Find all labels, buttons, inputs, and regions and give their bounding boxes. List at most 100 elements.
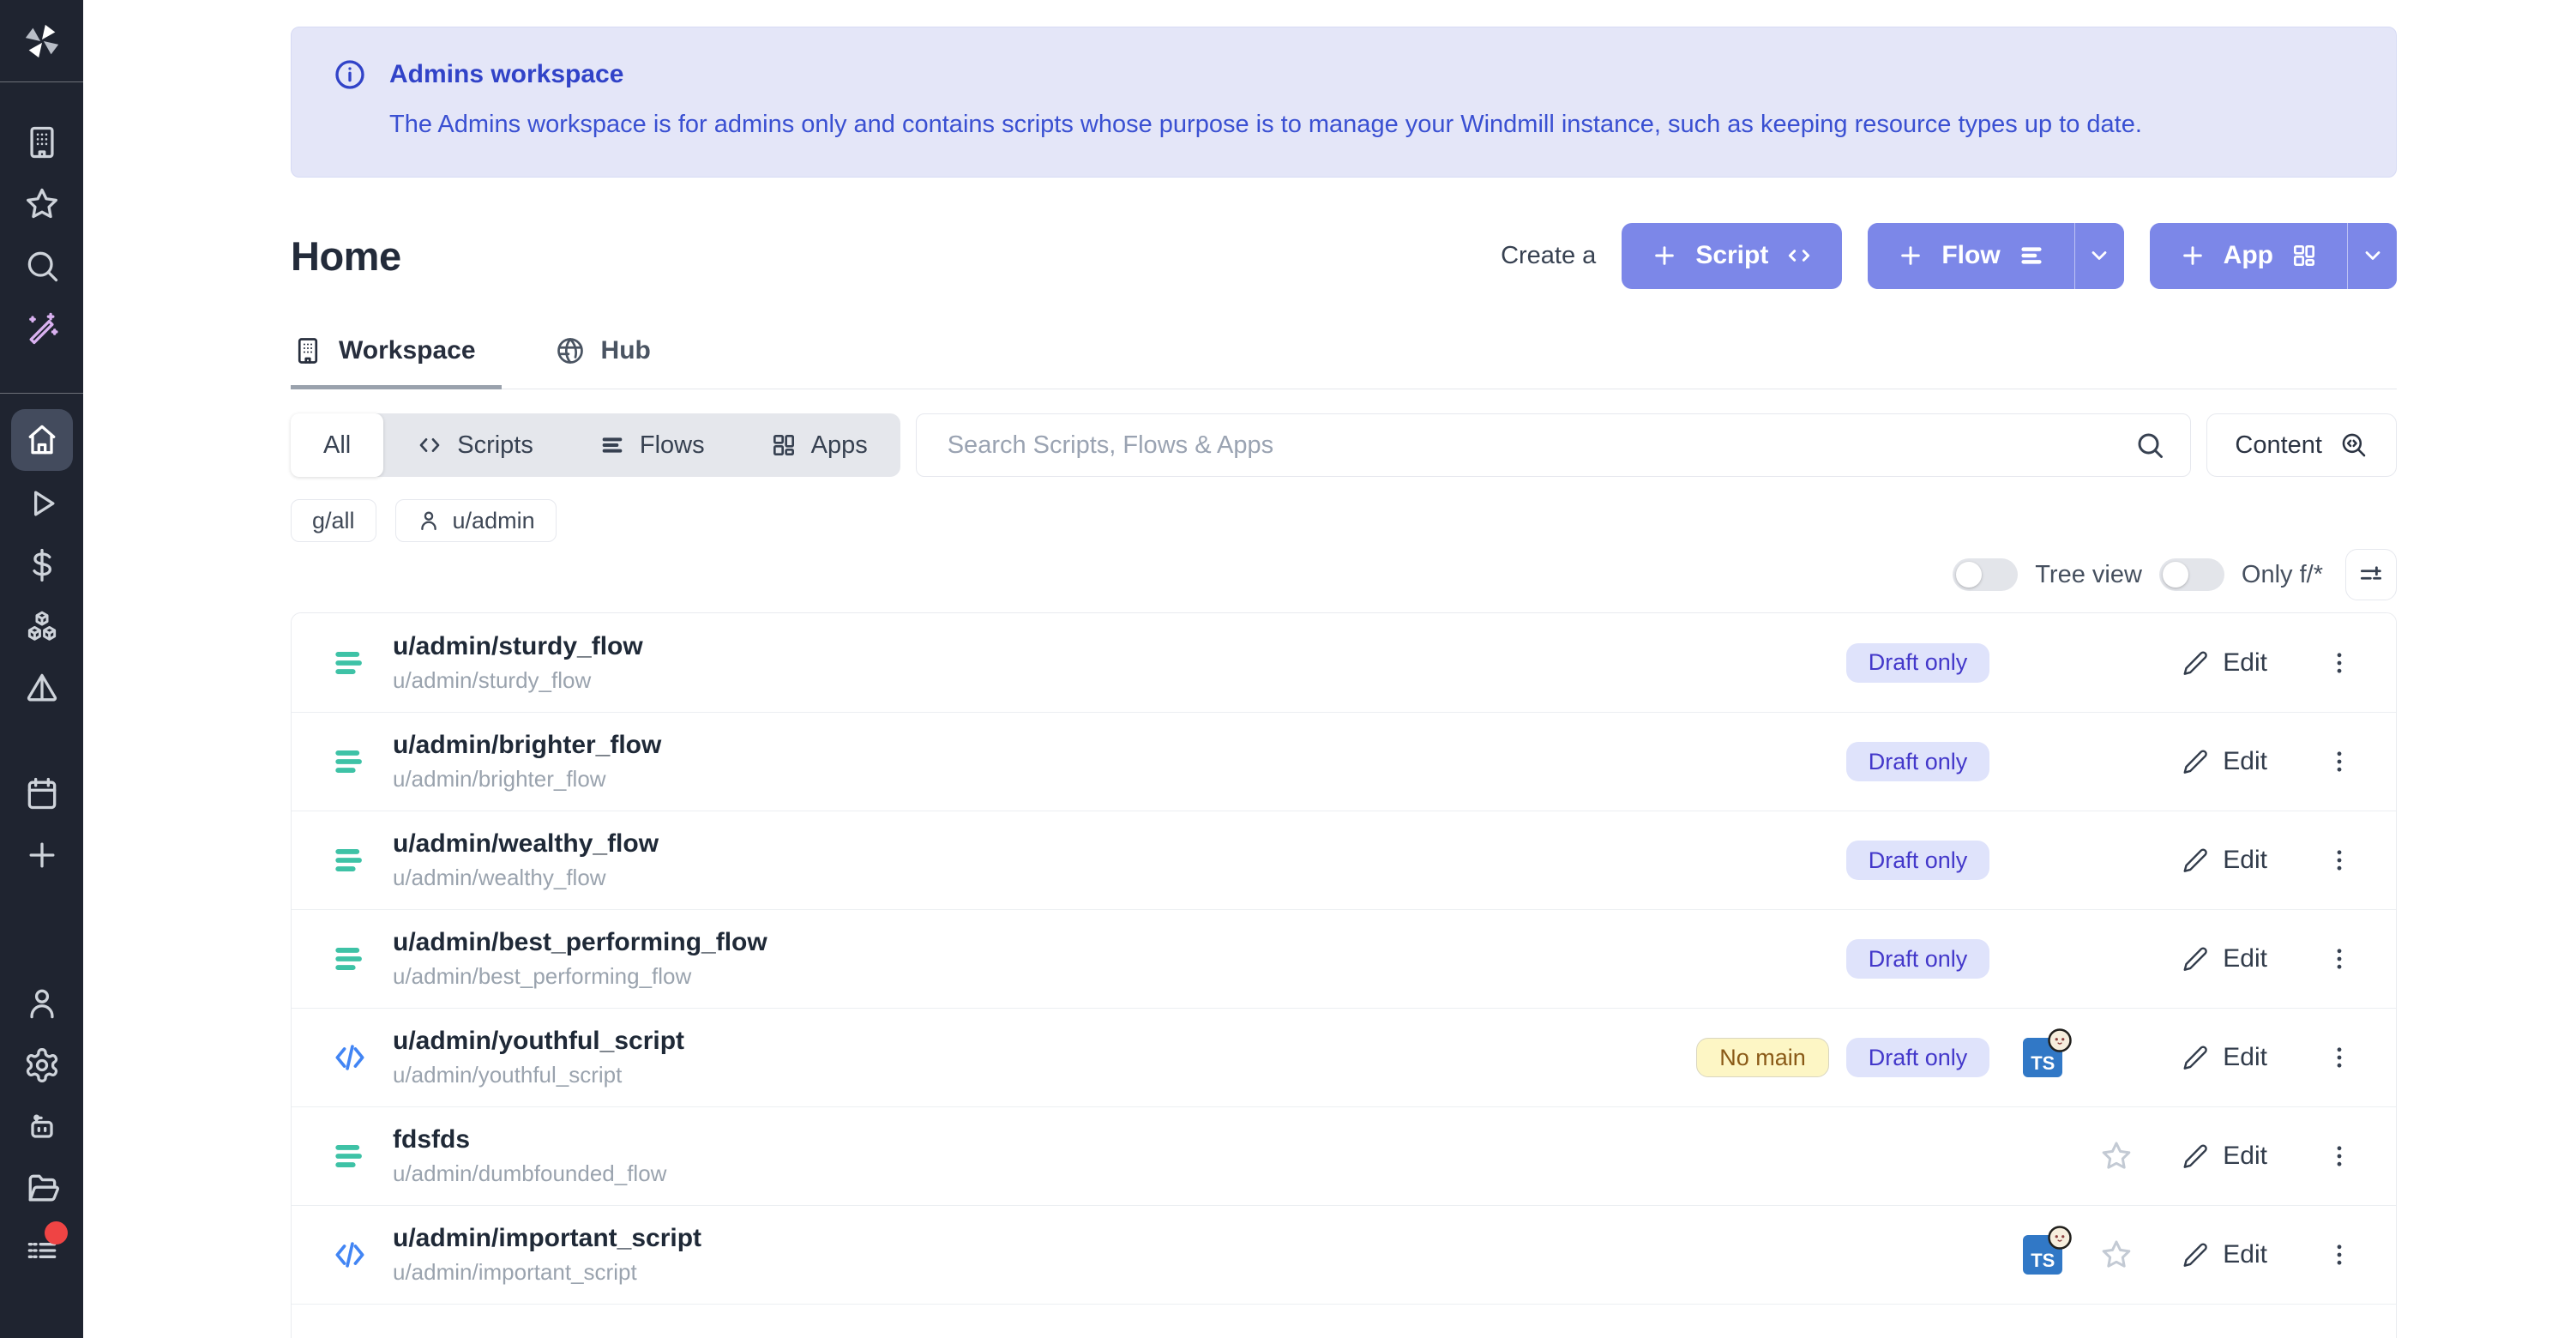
chip-g-all-label: g/all bbox=[312, 508, 355, 534]
row-menu-button[interactable] bbox=[2322, 648, 2356, 678]
row-menu-button[interactable] bbox=[2322, 846, 2356, 875]
banner-title: Admins workspace bbox=[389, 60, 623, 89]
item-badges: Draft only bbox=[1846, 643, 1990, 683]
tree-view-toggle[interactable] bbox=[1953, 558, 2018, 591]
sidebar-item-add[interactable] bbox=[9, 824, 75, 886]
table-row[interactable]: u/admin/wealthy_flow u/admin/wealthy_flo… bbox=[292, 811, 2396, 909]
table-row[interactable]: u/admin/best_performing_flow u/admin/bes… bbox=[292, 909, 2396, 1008]
item-title[interactable]: u/admin/wealthy_flow bbox=[393, 829, 659, 859]
sidebar bbox=[0, 0, 83, 1338]
search-code-icon bbox=[2339, 431, 2368, 460]
calendar-icon bbox=[23, 774, 61, 812]
item-title[interactable]: u/admin/sturdy_flow bbox=[393, 632, 643, 661]
item-title[interactable]: fdsfds bbox=[393, 1125, 666, 1154]
sidebar-item-resources[interactable] bbox=[9, 596, 75, 658]
robot-icon bbox=[23, 1108, 61, 1146]
chip-g-all[interactable]: g/all bbox=[291, 499, 376, 542]
filter-flows[interactable]: Flows bbox=[566, 413, 737, 477]
row-menu-button[interactable] bbox=[2322, 747, 2356, 776]
item-title[interactable]: u/admin/brighter_flow bbox=[393, 731, 661, 760]
windmill-logo[interactable] bbox=[0, 0, 83, 82]
edit-button[interactable]: Edit bbox=[2182, 944, 2267, 973]
edit-button[interactable]: Edit bbox=[2182, 648, 2267, 678]
kebab-icon bbox=[2325, 648, 2354, 678]
edit-button[interactable]: Edit bbox=[2182, 1043, 2267, 1072]
pencil-icon bbox=[2182, 945, 2209, 973]
table-row[interactable]: u/admin/brighter_flow u/admin/brighter_f… bbox=[292, 712, 2396, 811]
star-icon bbox=[23, 185, 61, 223]
kebab-icon bbox=[2325, 747, 2354, 776]
sidebar-item-variables[interactable] bbox=[9, 534, 75, 596]
star-icon[interactable] bbox=[2099, 1139, 2134, 1173]
filter-scripts[interactable]: Scripts bbox=[383, 413, 566, 477]
script-icon bbox=[331, 1039, 369, 1076]
chip-u-admin[interactable]: u/admin bbox=[395, 499, 557, 542]
row-menu-button[interactable] bbox=[2322, 1142, 2356, 1171]
item-path: u/admin/youthful_script bbox=[393, 1062, 684, 1088]
tab-hub[interactable]: Hub bbox=[553, 335, 677, 389]
content-search-button[interactable]: Content bbox=[2206, 413, 2397, 477]
row-menu-button[interactable] bbox=[2322, 944, 2356, 973]
pencil-icon bbox=[2182, 1241, 2209, 1269]
edit-button[interactable]: Edit bbox=[2182, 846, 2267, 875]
create-app-dropdown-button[interactable] bbox=[2347, 223, 2397, 289]
sidebar-item-folders[interactable] bbox=[9, 1158, 75, 1220]
filter-flows-label: Flows bbox=[640, 431, 705, 460]
item-badges: Draft only bbox=[1846, 939, 1990, 979]
sidebar-item-schedules[interactable] bbox=[9, 762, 75, 824]
only-f-toggle[interactable] bbox=[2159, 558, 2224, 591]
sidebar-item-runs[interactable] bbox=[9, 473, 75, 534]
notification-dot bbox=[45, 1221, 68, 1245]
row-menu-button[interactable] bbox=[2322, 1240, 2356, 1269]
table-row[interactable]: u/admin/important_script u/admin/importa… bbox=[292, 1205, 2396, 1304]
sidebar-item-user[interactable] bbox=[9, 973, 75, 1034]
create-app-button[interactable]: App bbox=[2150, 223, 2347, 289]
user-icon bbox=[23, 985, 61, 1022]
item-badges: Draft only bbox=[1846, 841, 1990, 880]
edit-button[interactable]: Edit bbox=[2182, 1142, 2267, 1171]
item-path: u/admin/best_performing_flow bbox=[393, 963, 767, 990]
kebab-icon bbox=[2325, 846, 2354, 875]
sidebar-item-ai[interactable] bbox=[9, 297, 75, 359]
sidebar-item-audit-logs[interactable] bbox=[9, 1220, 75, 1281]
no-main-badge: No main bbox=[1696, 1038, 1829, 1077]
view-options: Tree view Only f/* bbox=[291, 551, 2397, 599]
search-icon[interactable] bbox=[2134, 430, 2165, 461]
sidebar-item-search[interactable] bbox=[9, 235, 75, 297]
create-flow-dropdown-button[interactable] bbox=[2074, 223, 2124, 289]
kebab-icon bbox=[2325, 1240, 2354, 1269]
item-title[interactable]: u/admin/best_performing_flow bbox=[393, 928, 767, 957]
table-row[interactable]: u/admin/sturdy_flow u/admin/sturdy_flow … bbox=[292, 613, 2396, 712]
building-icon bbox=[23, 124, 61, 161]
advanced-filter-button[interactable] bbox=[2345, 549, 2397, 600]
sidebar-item-settings[interactable] bbox=[9, 1034, 75, 1096]
path-chips: g/all u/admin bbox=[291, 499, 2397, 542]
star-icon[interactable] bbox=[2099, 1238, 2134, 1272]
table-row[interactable]: u/admin/youthful_script u/admin/youthful… bbox=[292, 1008, 2396, 1106]
create-flow-button[interactable]: Flow bbox=[1868, 223, 2073, 289]
table-row[interactable]: u/admin/generous_flow TS Edit bbox=[292, 1304, 2396, 1338]
sidebar-item-favorites[interactable] bbox=[9, 173, 75, 235]
item-title[interactable]: u/admin/important_script bbox=[393, 1224, 701, 1253]
edit-button-label: Edit bbox=[2223, 944, 2267, 973]
sidebar-item-workers[interactable] bbox=[9, 1096, 75, 1158]
filter-apps[interactable]: Apps bbox=[737, 413, 900, 477]
kebab-icon bbox=[2325, 1142, 2354, 1171]
row-menu-button[interactable] bbox=[2322, 1043, 2356, 1072]
only-f-label: Only f/* bbox=[2242, 561, 2323, 589]
sidebar-item-workspace[interactable] bbox=[9, 112, 75, 173]
sliders-plus-icon bbox=[2356, 560, 2386, 589]
sidebar-item-home[interactable] bbox=[9, 407, 75, 473]
flow-icon bbox=[331, 940, 369, 978]
building-icon bbox=[292, 335, 323, 366]
search-input[interactable] bbox=[916, 413, 2192, 477]
tab-workspace[interactable]: Workspace bbox=[291, 335, 502, 389]
edit-button[interactable]: Edit bbox=[2182, 1240, 2267, 1269]
table-row[interactable]: fdsfds u/admin/dumbfounded_flow TS Edit bbox=[292, 1106, 2396, 1205]
filter-all[interactable]: All bbox=[291, 413, 383, 477]
sidebar-item-pyramid[interactable] bbox=[9, 658, 75, 720]
type-filter-group: All Scripts Flows Apps bbox=[291, 413, 900, 477]
item-title[interactable]: u/admin/youthful_script bbox=[393, 1027, 684, 1056]
create-script-button[interactable]: Script bbox=[1622, 223, 1842, 289]
edit-button[interactable]: Edit bbox=[2182, 747, 2267, 776]
